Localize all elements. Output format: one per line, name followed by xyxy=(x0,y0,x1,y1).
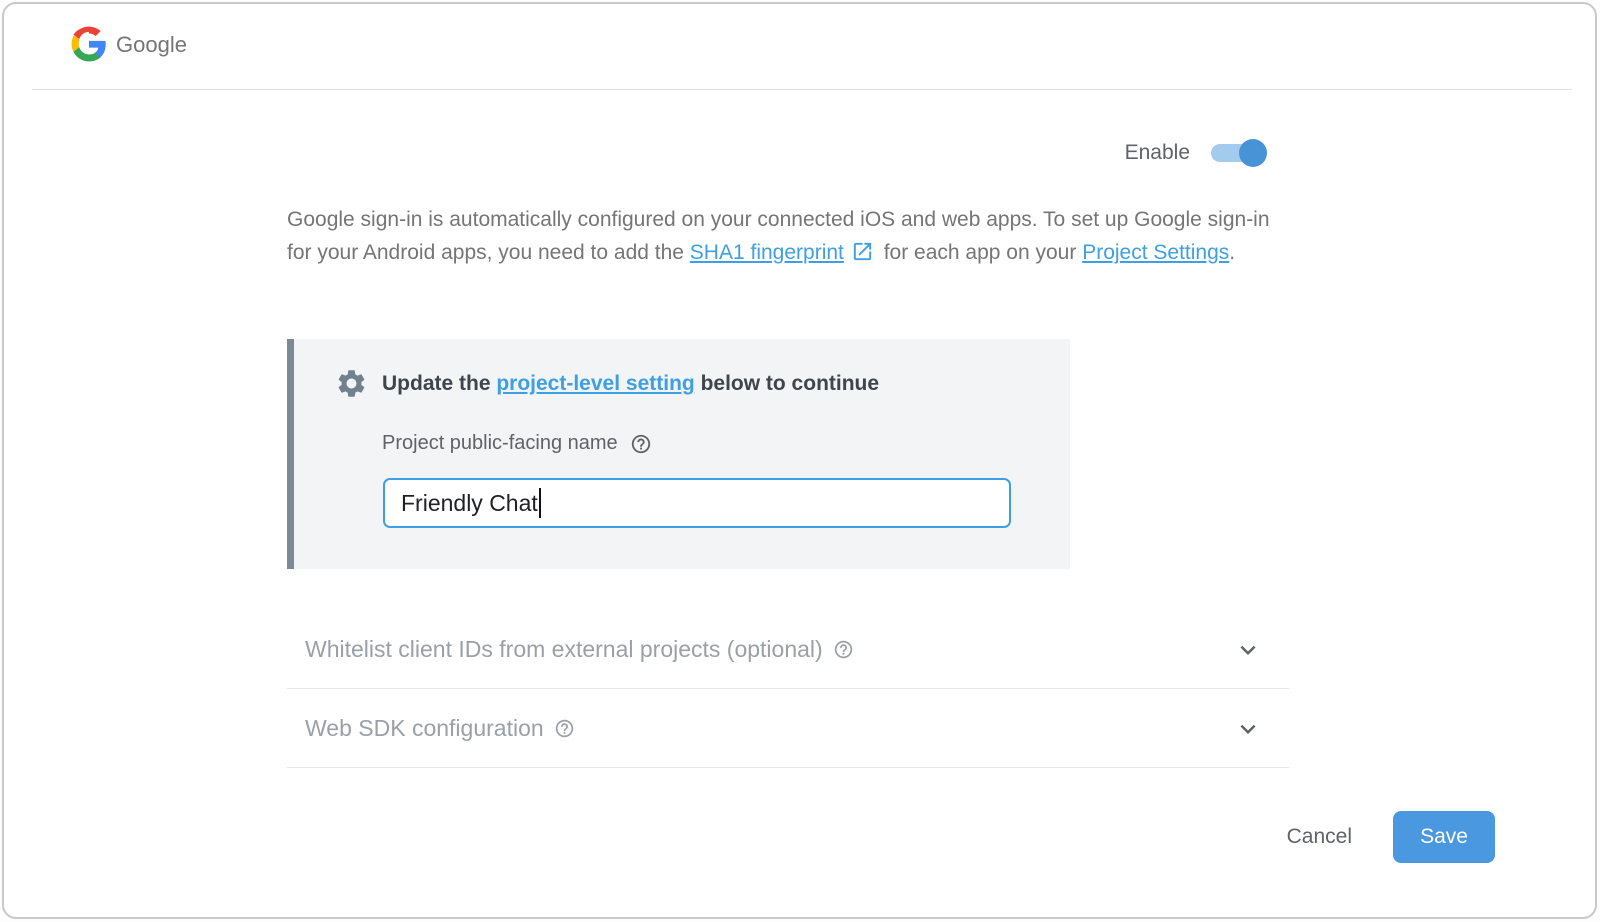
project-name-input[interactable]: Friendly Chat xyxy=(383,478,1011,528)
project-name-value: Friendly Chat xyxy=(401,490,538,517)
gear-icon xyxy=(335,367,368,400)
text-caret xyxy=(539,488,541,518)
section-web-sdk-label-row: Web SDK configuration xyxy=(287,715,575,742)
description-part2: for each app on your xyxy=(878,241,1082,264)
toggle-knob xyxy=(1239,139,1267,167)
google-logo-icon xyxy=(70,25,108,63)
enable-row: Enable xyxy=(1125,138,1267,168)
project-setting-callout: Update the project-level setting below t… xyxy=(287,339,1070,569)
header-divider xyxy=(32,89,1572,90)
cancel-button[interactable]: Cancel xyxy=(1285,819,1354,855)
dialog-header: Google xyxy=(4,4,1595,90)
description-text: Google sign-in is automatically configur… xyxy=(287,203,1279,269)
enable-toggle[interactable] xyxy=(1211,139,1267,167)
callout-message: Update the project-level setting below t… xyxy=(382,372,879,396)
chevron-down-icon[interactable] xyxy=(1233,635,1263,665)
section-whitelist-label: Whitelist client IDs from external proje… xyxy=(305,636,823,663)
sha1-fingerprint-link[interactable]: SHA1 fingerprint xyxy=(690,241,844,264)
callout-message-prefix: Update the xyxy=(382,372,496,395)
enable-label: Enable xyxy=(1125,141,1190,165)
project-name-label: Project public-facing name xyxy=(382,432,618,455)
project-settings-link[interactable]: Project Settings xyxy=(1082,241,1229,264)
section-web-sdk-label: Web SDK configuration xyxy=(305,715,544,742)
callout-message-suffix: below to continue xyxy=(695,372,879,395)
help-icon[interactable] xyxy=(554,718,575,739)
save-button[interactable]: Save xyxy=(1393,811,1495,863)
provider-title: Google xyxy=(116,30,187,60)
help-icon[interactable] xyxy=(630,433,652,455)
help-icon[interactable] xyxy=(833,639,854,660)
chevron-down-icon[interactable] xyxy=(1233,714,1263,744)
project-level-setting-link[interactable]: project-level setting xyxy=(496,372,694,395)
external-link-icon[interactable] xyxy=(851,240,874,263)
section-whitelist-label-row: Whitelist client IDs from external proje… xyxy=(287,636,854,663)
section-whitelist-clients[interactable]: Whitelist client IDs from external proje… xyxy=(287,610,1289,689)
description-part3: . xyxy=(1229,241,1235,264)
footer-actions: Cancel Save xyxy=(1285,811,1495,863)
accordion-sections: Whitelist client IDs from external proje… xyxy=(287,610,1289,768)
google-signin-dialog: Google Enable Google sign-in is automati… xyxy=(2,2,1597,919)
section-web-sdk-config[interactable]: Web SDK configuration xyxy=(287,689,1289,768)
field-label-row: Project public-facing name xyxy=(382,432,652,455)
